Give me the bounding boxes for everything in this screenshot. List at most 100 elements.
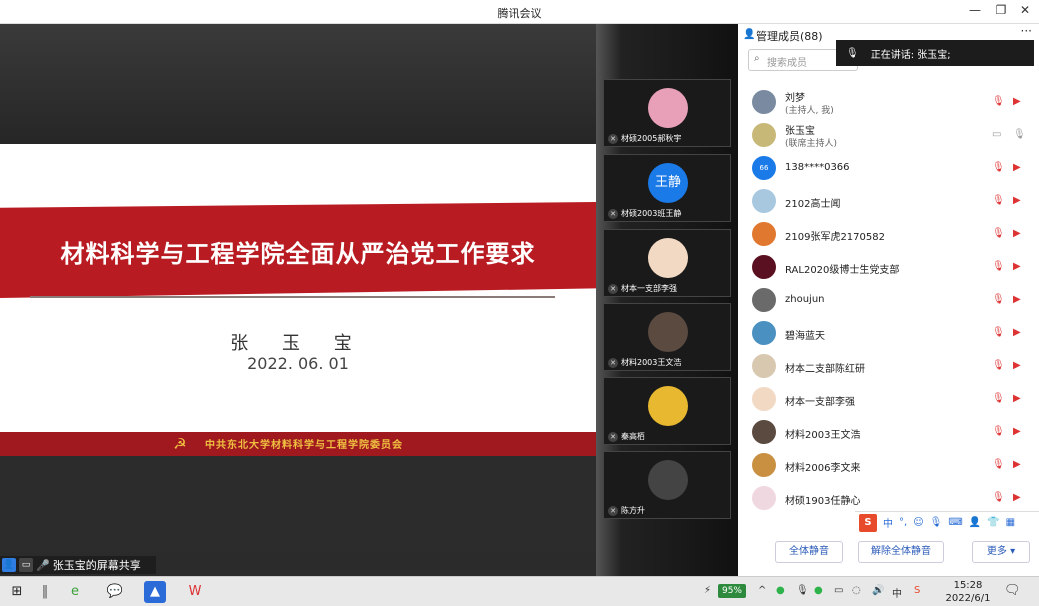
member-row[interactable]: 2102高士闻 🎙 ▶ bbox=[752, 185, 1032, 215]
camera-off-icon[interactable]: ▶ bbox=[1013, 96, 1021, 107]
participant-name: 材硕2003班王静 bbox=[621, 209, 682, 218]
mic-icon[interactable]: 🎙 bbox=[1013, 129, 1026, 140]
camera-off-icon[interactable]: ▶ bbox=[1013, 492, 1021, 503]
participant-name: 材料2003王文浩 bbox=[621, 358, 682, 367]
video-thumbnail[interactable]: 王静 ✕ 材硕2003班王静 bbox=[603, 154, 731, 222]
more-button[interactable]: 更多 ▾ bbox=[972, 541, 1030, 563]
network-icon[interactable]: ◌ bbox=[852, 585, 861, 596]
wps-office-icon[interactable]: W bbox=[184, 581, 206, 603]
avatar bbox=[752, 453, 776, 477]
user-icon[interactable]: 👤 bbox=[969, 517, 981, 528]
member-role: (主持人, 我) bbox=[785, 106, 834, 116]
mic-muted-icon[interactable]: 🎙 bbox=[992, 96, 1005, 107]
video-thumbnail[interactable]: ✕ 材硕2005郝秋宇 bbox=[603, 79, 731, 147]
mic-muted-icon[interactable]: 🎙 bbox=[992, 261, 1005, 272]
member-row[interactable]: 材料2003王文浩 🎙 ▶ bbox=[752, 416, 1032, 446]
mic-muted-icon[interactable]: 🎙 bbox=[992, 327, 1005, 338]
video-thumbnail[interactable]: ✕ 陈方升 bbox=[603, 451, 731, 519]
sogou-tray-icon[interactable]: S bbox=[914, 585, 920, 596]
mic-muted-icon[interactable]: 🎙 bbox=[992, 228, 1005, 239]
unmute-all-button[interactable]: 解除全体静音 bbox=[858, 541, 944, 563]
participant-name: 陈方升 bbox=[621, 506, 645, 515]
sogou-logo-icon[interactable]: S bbox=[859, 513, 877, 532]
mic-muted-icon[interactable]: 🎙 bbox=[992, 426, 1005, 437]
notification-icon[interactable]: 🗨 bbox=[1004, 583, 1021, 598]
chevron-up-icon[interactable]: ^ bbox=[758, 585, 766, 596]
camera-off-icon[interactable]: ▶ bbox=[1013, 426, 1021, 437]
mic-muted-icon[interactable]: 🎙 bbox=[992, 492, 1005, 503]
avatar bbox=[648, 238, 688, 278]
screen-share-indicator[interactable]: 👤 ▭ 🎤 张玉宝的屏幕共享 bbox=[0, 556, 156, 574]
member-row[interactable]: 刘梦 (主持人, 我) 🎙 ▶ bbox=[752, 86, 1032, 116]
camera-off-icon[interactable]: ▶ bbox=[1013, 360, 1021, 371]
member-row[interactable]: 66 138****0366 🎙 ▶ bbox=[752, 152, 1032, 182]
mic-muted-icon[interactable]: 🎙 bbox=[992, 393, 1005, 404]
ime-lang-toggle[interactable]: 中 bbox=[883, 515, 893, 530]
skin-icon[interactable]: 👕 bbox=[987, 517, 999, 528]
member-name: 张玉宝 bbox=[785, 126, 815, 137]
member-row[interactable]: 材本二支部陈红研 🎙 ▶ bbox=[752, 350, 1032, 380]
camera-off-icon[interactable]: ▶ bbox=[1013, 195, 1021, 206]
screen-share-icon[interactable]: ▭ bbox=[992, 129, 1001, 140]
mic-muted-icon[interactable]: 🎙 bbox=[992, 459, 1005, 470]
close-button[interactable]: ✕ bbox=[1016, 3, 1034, 17]
camera-off-icon[interactable]: ▶ bbox=[1013, 261, 1021, 272]
video-thumbnail[interactable]: ✕ 秦高栢 bbox=[603, 377, 731, 445]
mic-muted-icon[interactable]: 🎙 bbox=[992, 294, 1005, 305]
camera-off-icon[interactable]: ▶ bbox=[1013, 228, 1021, 239]
camera-off-icon[interactable]: ▶ bbox=[1013, 294, 1021, 305]
windows-taskbar: ⊞ ‖ e 💬 ▲ W ⚡ 95% ^ ● 🎙 ● ▭ ◌ 🔊 中 S 15:2… bbox=[0, 576, 1039, 606]
mute-all-button[interactable]: 全体静音 bbox=[775, 541, 843, 563]
member-row[interactable]: 碧海蓝天 🎙 ▶ bbox=[752, 317, 1032, 347]
mic-muted-icon[interactable]: 🎙 bbox=[992, 360, 1005, 371]
ime-toolbar[interactable]: S 中 °, ☺ 🎙 ⌨ 👤 👕 ▦ bbox=[855, 511, 1039, 533]
wechat-tray-icon[interactable]: ● bbox=[776, 585, 785, 596]
member-name: 材本二支部陈红研 bbox=[785, 364, 865, 375]
member-row[interactable]: RAL2020级博士生党支部 🎙 ▶ bbox=[752, 251, 1032, 281]
windows-start-icon[interactable]: ⊞ bbox=[6, 581, 28, 603]
member-role: (联席主持人) bbox=[785, 139, 838, 149]
member-row[interactable]: 材硕1903任静心 🎙 ▶ bbox=[752, 482, 1032, 512]
mic-muted-icon: ✕ bbox=[608, 431, 618, 442]
volume-icon[interactable]: 🔊 bbox=[872, 585, 884, 596]
avatar bbox=[648, 460, 688, 500]
wechat-tray-icon[interactable]: ● bbox=[814, 585, 823, 596]
participant-name: 秦高栢 bbox=[621, 432, 645, 441]
camera-off-icon[interactable]: ▶ bbox=[1013, 162, 1021, 173]
member-row[interactable]: 材料2006李文来 🎙 ▶ bbox=[752, 449, 1032, 479]
video-thumbnail[interactable]: ✕ 材本一支部李强 bbox=[603, 229, 731, 297]
member-row[interactable]: 2109张军虎2170582 🎙 ▶ bbox=[752, 218, 1032, 248]
ime-tray-icon[interactable]: 中 bbox=[892, 585, 902, 600]
voice-icon[interactable]: 🎙 bbox=[930, 517, 943, 528]
avatar bbox=[752, 288, 776, 312]
member-row[interactable]: zhoujun 🎙 ▶ bbox=[752, 284, 1032, 314]
toolbox-icon[interactable]: ▦ bbox=[1006, 517, 1015, 528]
restore-button[interactable]: ❐ bbox=[992, 3, 1010, 17]
video-thumbnail[interactable]: ✕ 材料2003王文浩 bbox=[603, 303, 731, 371]
mic-tray-icon[interactable]: 🎙 bbox=[796, 585, 809, 596]
tencent-meeting-icon[interactable]: ▲ bbox=[144, 581, 166, 603]
keyboard-icon[interactable]: ⌨ bbox=[948, 517, 962, 528]
ie-browser-icon[interactable]: e bbox=[64, 581, 86, 603]
member-row[interactable]: 张玉宝 (联席主持人) ▭ 🎙 bbox=[752, 119, 1032, 149]
member-name: 材料2006李文来 bbox=[785, 463, 861, 474]
search-placeholder: 搜索成员 bbox=[767, 58, 807, 69]
minimize-button[interactable]: — bbox=[966, 3, 984, 17]
wechat-icon[interactable]: 💬 bbox=[104, 581, 126, 603]
member-row[interactable]: 材本一支部李强 🎙 ▶ bbox=[752, 383, 1032, 413]
battery-indicator[interactable]: 95% bbox=[718, 584, 746, 598]
mic-muted-icon[interactable]: 🎙 bbox=[992, 162, 1005, 173]
camera-off-icon[interactable]: ▶ bbox=[1013, 459, 1021, 470]
battery-tray-icon[interactable]: ▭ bbox=[834, 585, 843, 596]
system-clock[interactable]: 15:28 2022/6/1 bbox=[942, 579, 994, 605]
camera-off-icon[interactable]: ▶ bbox=[1013, 393, 1021, 404]
mic-muted-icon: ✕ bbox=[608, 133, 618, 144]
emoji-icon[interactable]: ☺ bbox=[913, 517, 923, 528]
mic-muted-icon[interactable]: 🎙 bbox=[992, 195, 1005, 206]
avatar bbox=[648, 312, 688, 352]
punctuation-icon[interactable]: °, bbox=[899, 517, 907, 528]
camera-off-icon[interactable]: ▶ bbox=[1013, 327, 1021, 338]
task-view-icon[interactable]: ‖ bbox=[34, 581, 56, 603]
shared-slide: 材料科学与工程学院全面从严治党工作要求 张 玉 宝 2022. 06. 01 ☭… bbox=[0, 144, 596, 456]
more-options-icon[interactable]: ··· bbox=[1021, 24, 1032, 38]
